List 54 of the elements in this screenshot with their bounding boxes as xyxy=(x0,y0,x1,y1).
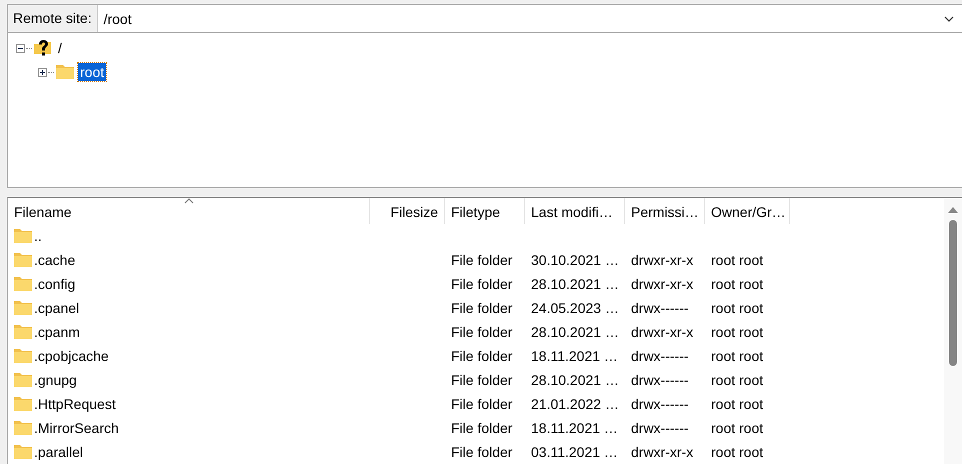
file-name[interactable]: .MirrorSearch xyxy=(34,420,119,436)
table-cell: drwxr-xr-x xyxy=(631,252,694,268)
table-cell: File folder xyxy=(451,372,512,388)
file-name[interactable]: .cpobjcache xyxy=(34,348,109,364)
table-cell: root root xyxy=(711,276,764,292)
table-cell: 28.10.2021 … xyxy=(531,372,619,388)
table-cell: 24.05.2023 … xyxy=(531,300,619,316)
tree-item[interactable]: root xyxy=(78,63,106,81)
table-cell: drwx------ xyxy=(631,372,689,388)
table-cell: File folder xyxy=(451,300,512,316)
table-cell: File folder xyxy=(451,396,512,412)
file-name[interactable]: .gnupg xyxy=(34,372,77,388)
column-header[interactable]: Filesize xyxy=(370,198,445,224)
table-cell: File folder xyxy=(451,444,512,460)
column-header[interactable]: Filename xyxy=(8,198,370,224)
file-name[interactable]: .parallel xyxy=(34,444,84,460)
table-cell: drwxr-xr-x xyxy=(631,276,694,292)
column-header[interactable]: Filetype xyxy=(445,198,525,224)
table-cell: root root xyxy=(711,324,764,340)
table-cell: drwx------ xyxy=(631,396,689,412)
table-cell: drwx------ xyxy=(631,348,689,364)
column-header[interactable]: Last modifi… xyxy=(525,198,625,224)
table-cell: root root xyxy=(711,252,764,268)
table-cell: root root xyxy=(711,444,764,460)
table-cell: 03.11.2021 … xyxy=(531,444,618,460)
file-name[interactable]: .cpanel xyxy=(34,300,80,316)
table-cell: 30.10.2021 … xyxy=(531,252,619,268)
table-cell: root root xyxy=(711,396,764,412)
table-cell: File folder xyxy=(451,252,512,268)
table-cell: 18.11.2021 … xyxy=(531,348,618,364)
file-name[interactable]: .cache xyxy=(34,252,76,268)
column-header[interactable]: Owner/Gr… xyxy=(705,198,790,224)
table-cell: File folder xyxy=(451,324,512,340)
table-cell: root root xyxy=(711,420,764,436)
file-name[interactable]: .HttpRequest xyxy=(34,396,116,412)
column-header[interactable]: Permissi… xyxy=(625,198,705,224)
table-cell: 21.01.2022 … xyxy=(531,396,619,412)
table-cell: root root xyxy=(711,372,764,388)
table-cell: 28.10.2021 … xyxy=(531,276,619,292)
file-name[interactable]: .. xyxy=(34,228,42,244)
table-cell: 28.10.2021 … xyxy=(531,324,619,340)
table-cell: 18.11.2021 … xyxy=(531,420,618,436)
table-cell: File folder xyxy=(451,420,512,436)
table-cell: drwx------ xyxy=(631,300,689,316)
table-cell: File folder xyxy=(451,276,512,292)
table-cell: root root xyxy=(711,348,764,364)
table-cell: File folder xyxy=(451,348,512,364)
file-name[interactable]: .config xyxy=(34,276,76,292)
file-name[interactable]: .cpanm xyxy=(34,324,80,340)
table-cell: drwxr-xr-x xyxy=(631,444,694,460)
table-cell: drwx------ xyxy=(631,420,689,436)
table-cell: drwxr-xr-x xyxy=(631,324,694,340)
table-cell: root root xyxy=(711,300,764,316)
tree-item[interactable]: / xyxy=(56,39,64,57)
